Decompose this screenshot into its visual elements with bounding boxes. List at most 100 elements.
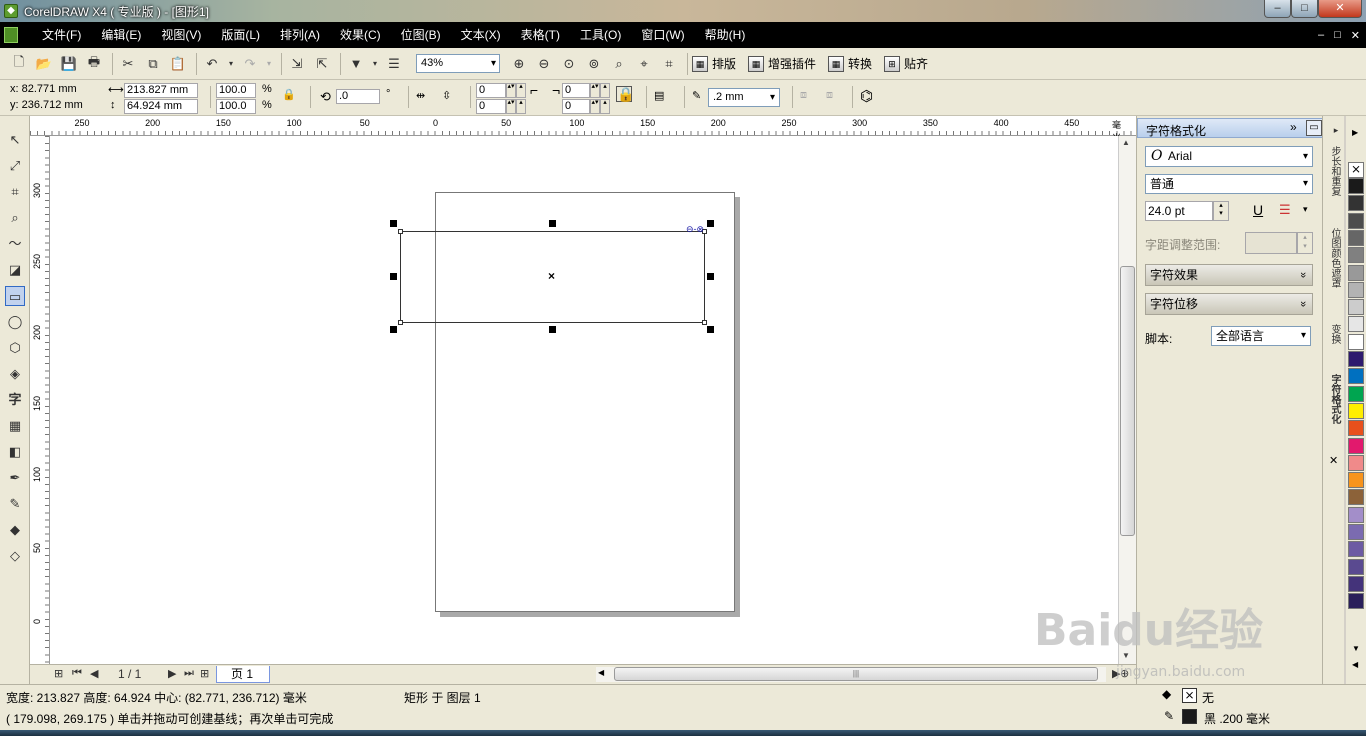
corner-top-left-spinner[interactable]: ▴▾ — [506, 83, 516, 98]
underline-icon[interactable]: U — [1253, 202, 1263, 218]
tab-character-formatting[interactable]: 字符格式化 — [1326, 374, 1342, 424]
export-icon[interactable]: ⇱ — [311, 53, 333, 75]
table-tool-icon[interactable]: ▦ — [5, 416, 25, 436]
strikethrough-list-icon[interactable]: ☰ — [1279, 202, 1291, 218]
palette-color-swatch[interactable] — [1348, 212, 1364, 229]
x-position-field[interactable]: x: 82.771 mm — [8, 83, 102, 98]
vertical-scroll-thumb[interactable] — [1120, 266, 1135, 536]
docker-tabs-close-icon[interactable]: ✕ — [1329, 454, 1338, 467]
palette-color-swatch[interactable] — [1348, 402, 1364, 419]
zoom-tool-icon[interactable]: ⌕ — [5, 208, 25, 228]
selection-handle-bottom-center[interactable] — [549, 326, 556, 333]
object-width-field[interactable]: 213.827 mm — [124, 83, 198, 98]
docker-scroll-up-icon[interactable]: ▸ — [1326, 126, 1342, 136]
first-page-icon[interactable]: ⏮ — [72, 667, 82, 680]
launcher-dropdown-icon[interactable]: ▾ — [370, 53, 380, 75]
menu-text[interactable]: 文本(X) — [451, 22, 511, 48]
corner-bottom-left-spinner[interactable]: ▴▾ — [506, 99, 516, 114]
fill-tool-icon[interactable]: ◆ — [5, 520, 25, 540]
underline-options-dropdown-icon[interactable]: ▾ — [1303, 204, 1308, 215]
redo-icon[interactable]: ↷ — [239, 53, 261, 75]
undo-dropdown-icon[interactable]: ▾ — [226, 53, 236, 75]
script-select[interactable]: 全部语言 — [1211, 326, 1311, 346]
document-icon[interactable] — [4, 27, 18, 43]
selection-handle-bottom-left[interactable] — [390, 326, 397, 333]
selection-handle-top-left[interactable] — [390, 220, 397, 227]
previous-page-icon[interactable]: ◀ — [90, 667, 98, 680]
paste-icon[interactable]: 📋 — [167, 53, 189, 75]
save-icon[interactable]: 💾 — [58, 53, 80, 75]
menu-layout[interactable]: 版面(L) — [211, 22, 270, 48]
font-family-select[interactable]: Arial — [1145, 146, 1313, 167]
docker-collapse-icon[interactable]: » — [1290, 120, 1297, 134]
palette-color-swatch[interactable] — [1348, 351, 1364, 367]
freehand-tool-icon[interactable]: 〜 — [5, 234, 25, 254]
convert-to-curves-icon[interactable]: ⌬ — [860, 87, 873, 105]
palette-color-swatch[interactable] — [1348, 558, 1364, 575]
redo-dropdown-icon[interactable]: ▾ — [264, 53, 274, 75]
mirror-horizontal-icon[interactable]: ⇹ — [416, 89, 425, 102]
menu-edit[interactable]: 编辑(E) — [91, 22, 151, 48]
corner-top-right-lock[interactable]: ▴ — [600, 83, 610, 98]
last-page-icon[interactable]: ⏭ — [184, 667, 194, 680]
palette-color-swatch[interactable] — [1348, 229, 1364, 246]
lock-ratio-icon[interactable]: 🔒 — [282, 88, 296, 101]
horizontal-ruler[interactable]: 毫米 2502001501005005010015020025030035040… — [30, 116, 1136, 143]
horizontal-scrollbar[interactable]: ◀ ||| — [596, 667, 1106, 682]
tab-transform[interactable]: 变换 — [1326, 324, 1342, 344]
font-size-field[interactable]: 24.0 pt — [1145, 201, 1213, 221]
convert-button[interactable]: ▦ 转换 — [828, 55, 872, 72]
character-offset-section[interactable]: 字符位移 — [1145, 293, 1313, 315]
menu-help[interactable]: 帮助(H) — [695, 22, 756, 48]
maximize-button[interactable]: □ — [1291, 0, 1318, 18]
palette-color-swatch[interactable] — [1348, 178, 1364, 194]
corner-bottom-right-field[interactable]: 0 — [562, 99, 590, 114]
no-color-swatch[interactable]: ⨯ — [1348, 162, 1364, 178]
corner-bottom-left-lock[interactable]: ▴ — [516, 99, 526, 114]
menu-tools[interactable]: 工具(O) — [570, 22, 631, 48]
selection-handle-top-center[interactable] — [549, 220, 556, 227]
palette-color-swatch[interactable] — [1348, 506, 1364, 523]
palette-color-swatch[interactable] — [1348, 593, 1364, 610]
scale-height-field[interactable]: 100.0 — [216, 99, 256, 114]
import-icon[interactable]: ⇲ — [286, 53, 308, 75]
palette-color-swatch[interactable] — [1348, 195, 1364, 212]
palette-scroll-up-icon[interactable]: ▶ — [1352, 128, 1358, 137]
corner-bottom-right-spinner[interactable]: ▴▾ — [590, 99, 600, 114]
character-effects-section[interactable]: 字符效果 — [1145, 264, 1313, 286]
palette-color-swatch[interactable] — [1348, 472, 1364, 489]
add-page-after-icon[interactable]: ⊞ — [200, 667, 209, 680]
menu-window[interactable]: 窗口(W) — [631, 22, 694, 48]
corner-bottom-right-lock[interactable]: ▴ — [600, 99, 610, 114]
menu-table[interactable]: 表格(T) — [511, 22, 570, 48]
application-launcher-icon[interactable]: ▼ — [345, 53, 367, 75]
rotation-angle-field[interactable]: .0 — [336, 89, 380, 104]
selection-handle-middle-left[interactable] — [390, 273, 397, 280]
eyedropper-tool-icon[interactable]: ✒ — [5, 468, 25, 488]
kerning-range-field[interactable] — [1245, 232, 1297, 254]
rectangle-node-bottom-right[interactable] — [702, 320, 707, 325]
zoom-selected-icon[interactable]: ⊙ — [558, 53, 580, 75]
palette-color-swatch[interactable] — [1348, 575, 1364, 592]
palette-color-swatch[interactable] — [1348, 264, 1364, 281]
tab-bitmap-color-mask[interactable]: 位图颜色遮罩 — [1326, 228, 1342, 288]
rectangle-tool-icon[interactable]: ▭ — [5, 286, 25, 306]
outline-tool-icon[interactable]: ✎ — [5, 494, 25, 514]
palette-color-swatch[interactable] — [1348, 316, 1364, 333]
selection-handle-top-right[interactable] — [707, 220, 714, 227]
zoom-out-icon[interactable]: ⊖ — [533, 53, 555, 75]
interactive-fill-tool-icon[interactable]: ◇ — [5, 546, 25, 566]
palette-color-swatch[interactable] — [1348, 420, 1364, 437]
palette-color-swatch[interactable] — [1348, 247, 1364, 264]
palette-color-swatch[interactable] — [1348, 437, 1364, 454]
selection-handle-bottom-right[interactable] — [707, 326, 714, 333]
fill-color-swatch[interactable]: ⨯ — [1182, 688, 1197, 703]
tab-step-and-repeat[interactable]: 步长和重复 — [1326, 146, 1342, 196]
palette-expand-icon[interactable]: ◀ — [1352, 660, 1358, 669]
zoom-level-select[interactable]: 43% — [416, 54, 500, 73]
print-icon[interactable]: 🖶 — [83, 53, 105, 75]
polygon-tool-icon[interactable]: ⬡ — [5, 338, 25, 358]
zoom-page-icon[interactable]: ⌕ — [608, 53, 630, 75]
minimize-button[interactable]: – — [1264, 0, 1291, 18]
close-button[interactable]: ✕ — [1318, 0, 1362, 18]
